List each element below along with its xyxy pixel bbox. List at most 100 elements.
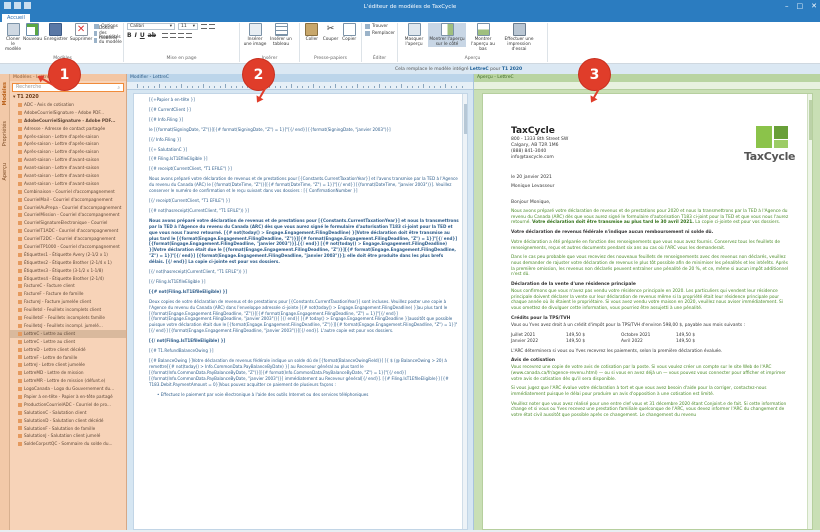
quick-access-toolbar[interactable] <box>4 2 31 9</box>
cut-button[interactable]: ✂ Couper <box>321 23 341 42</box>
vtab-proprietes[interactable]: Propriétés <box>2 121 8 146</box>
editor-line[interactable]: Nous avons préparé votre déclaration de … <box>149 176 459 194</box>
editor-line[interactable]: [{# BalanceOwing }]Votre déclaration de … <box>149 358 459 388</box>
template-list-item[interactable]: FactureJ - Facture jumelée client <box>10 298 126 306</box>
editor-ruler[interactable] <box>127 82 473 90</box>
editor-scrollbar-thumb[interactable] <box>464 104 467 134</box>
new-template-button[interactable]: Nouveau <box>23 23 42 42</box>
undo-icon[interactable] <box>14 2 21 9</box>
editor-line[interactable]: [{/ Info.Filing }] <box>149 137 459 143</box>
editor-line[interactable]: [{# Filing.IsT1EfileEligible }] <box>149 156 459 162</box>
editor-line[interactable]: [{/ not(hasreceipt(CurrentClient, "T1 EF… <box>149 269 459 275</box>
template-code-editor[interactable]: [{+Papier à en-tête }] [{# CurrentClient … <box>133 93 468 530</box>
justify-icon[interactable] <box>186 33 193 38</box>
numbered-list-icon[interactable] <box>209 24 215 29</box>
template-list-item[interactable]: LettreF - Lettre de famille <box>10 354 126 362</box>
italic-icon[interactable]: I <box>135 32 137 39</box>
template-list-item[interactable]: ADC - Avis de cotisation <box>10 101 126 109</box>
preview-bottom-button[interactable]: Montrer l'aperçu au bas <box>467 23 499 52</box>
underline-icon[interactable]: U <box>140 32 145 39</box>
template-list-item[interactable]: Avant-saison - Lettre d'avant-saison <box>10 172 126 180</box>
template-list-item[interactable]: CourrielAuPrepa - Courriel d'accompagnem… <box>10 204 126 212</box>
vtab-modeles[interactable]: Modèles <box>2 82 8 105</box>
test-print-button[interactable]: Effectuer une impression d'essai <box>500 23 538 52</box>
template-properties-button[interactable]: Propriétés du modèle <box>94 35 123 45</box>
template-list-item[interactable]: Après-saison - Lettre d'après-saison <box>10 148 126 156</box>
template-list-item[interactable]: FeuilletsI - Feuillets incomplets client <box>10 306 126 314</box>
template-list-item[interactable]: Étiquettes3 - Étiquette (3-1/2 x 1-1/8) <box>10 267 126 275</box>
template-list-item[interactable]: CourrielSignatureElectronique - Courriel <box>10 219 126 227</box>
editor-line[interactable]: [{+Papier à en-tête }] <box>149 97 459 103</box>
tree-root-t1-2020[interactable]: ▾ T1 2020 <box>10 94 126 101</box>
preview-scrollbar[interactable] <box>807 94 812 529</box>
copy-button[interactable]: Copier <box>340 23 358 42</box>
paste-button[interactable]: Coller <box>303 23 321 42</box>
editor-line[interactable]: [{# Info.Filing }] <box>149 117 459 123</box>
editor-line[interactable]: • Effectuez le paiement par voie électro… <box>149 392 459 398</box>
find-button[interactable]: Trouver <box>365 23 395 29</box>
template-list-item[interactable]: AdobeCourrielSignature - Adobe PDF... <box>10 109 126 117</box>
template-list-item[interactable]: FeuilletsJ - Feuillets incompl. jumelé..… <box>10 322 126 330</box>
template-list-item[interactable]: SalutationD - Salutation client décédé <box>10 417 126 425</box>
template-list-item[interactable]: Étiquettes2 - Étiquette Brother (2-1/4 x… <box>10 259 126 267</box>
vtab-apercu[interactable]: Aperçu <box>2 163 8 181</box>
insert-image-button[interactable]: Insérer une image <box>243 23 267 47</box>
template-list-item[interactable]: FactureC - Facture client <box>10 282 126 290</box>
template-list-item[interactable]: SalutationC - Salutation client <box>10 409 126 417</box>
replace-button[interactable]: Remplacer <box>365 30 395 36</box>
preview-side-button[interactable]: Montrer l'aperçu sur le côté <box>428 23 466 47</box>
template-list-item[interactable]: Étiquettes4 - Étiquette Brother (2-1/4) <box>10 275 126 283</box>
template-list-item[interactable]: LettreMR - Lettre de mission (défunt.e) <box>10 377 126 385</box>
align-right-icon[interactable] <box>178 33 185 38</box>
font-size-select[interactable]: 11 ▾ <box>178 23 198 30</box>
editor-line[interactable]: [{+ SalutationC }] <box>149 147 459 153</box>
editor-line[interactable]: [{/ receipt(CurrentClient, "T1 EFILE") }… <box>149 198 459 204</box>
editor-line[interactable]: Nous avons préparé votre déclaration de … <box>149 218 459 265</box>
align-center-icon[interactable] <box>170 33 177 38</box>
strikethrough-icon[interactable]: ab <box>148 32 156 39</box>
editor-line[interactable]: le [{format(SigningDate, "Z")}][{# forma… <box>149 127 459 133</box>
editor-line[interactable]: [{/ Filing.IsT1EfileEligible }] <box>149 279 459 285</box>
template-list-item[interactable]: Étiquettes1 - Étiquette Avery (2-1/2 x 1… <box>10 251 126 259</box>
list-buttons[interactable] <box>201 24 215 30</box>
maximize-icon[interactable]: □ <box>797 1 804 11</box>
align-left-icon[interactable] <box>162 33 169 38</box>
template-list-item[interactable]: SoldeCorpsrtQC - Sommaire du solde du... <box>10 440 126 448</box>
template-list-item[interactable]: LettreC - Lettre au client <box>10 338 126 346</box>
font-family-select[interactable]: Calibri ▾ <box>127 23 175 30</box>
template-list-item[interactable]: Adresse - Adresse de contact partagée <box>10 125 126 133</box>
delete-template-button[interactable]: ✕ Supprimer <box>70 23 92 42</box>
tab-accueil[interactable]: Accueil <box>2 14 30 22</box>
template-list-item[interactable]: AdobeCourrielSignature - Adobe PDF... <box>10 117 126 125</box>
template-list-item[interactable]: Après-saison - Lettre d'après-saison <box>10 140 126 148</box>
save-icon[interactable] <box>4 2 11 9</box>
template-list-item[interactable]: Combinaison - Courriel d'accompagnement <box>10 188 126 196</box>
template-list-item[interactable]: SalutationJ - Salutation client jumelé <box>10 432 126 440</box>
template-list-item[interactable]: Avant-saison - Lettre d'avant-saison <box>10 156 126 164</box>
template-list-item[interactable]: Avant-saison - Lettre d'avant-saison <box>10 180 126 188</box>
template-list-item[interactable]: LogoCanada - Logo du Gouvernement du... <box>10 385 126 393</box>
editor-line[interactable]: Deux copies de votre déclaration de reve… <box>149 299 459 334</box>
preview-scrollbar-thumb[interactable] <box>809 100 812 140</box>
template-list-item[interactable]: Après-saison - Lettre d'après-saison <box>10 133 126 141</box>
template-list-item[interactable]: CourrielT2DC - Courriel d'accompagnement <box>10 235 126 243</box>
template-list-item[interactable]: LettreMD - Lettre de mission <box>10 369 126 377</box>
template-list-item[interactable]: FeuilletsF - Feuillets incomplets famill… <box>10 314 126 322</box>
template-list-item[interactable]: FactureF - Facture de famille <box>10 290 126 298</box>
window-controls[interactable]: – □ ✕ <box>785 1 817 11</box>
template-list-item[interactable]: CourrielTP1000 - Courriel d'accompagneme… <box>10 243 126 251</box>
editor-line[interactable]: [{# not(Filing.IsT1EfileEligible) }] <box>149 289 459 295</box>
template-list-item[interactable]: LettreC - Lettre au client <box>10 329 126 338</box>
redo-icon[interactable] <box>24 2 31 9</box>
template-list-item[interactable]: Papier à en-tête - Papier à en-tête part… <box>10 393 126 401</box>
minimize-icon[interactable]: – <box>785 1 789 11</box>
template-list-item[interactable]: CourrielT1ADC - Courriel d'accompagnemen… <box>10 227 126 235</box>
template-list-item[interactable]: CourrielMail - Courriel d'accompagnement <box>10 196 126 204</box>
clone-template-button[interactable]: Cloner le modèle <box>5 23 21 52</box>
template-list-item[interactable]: ProductionCourrielADC - Courriel de pro.… <box>10 401 126 409</box>
editor-line[interactable]: [{# receipt(CurrentClient, "T1 EFILE") }… <box>149 166 459 172</box>
template-list-item[interactable]: SalutationF - Salutation de famille <box>10 425 126 433</box>
template-list-item[interactable]: LettreJ - Lettre client jumelée <box>10 361 126 369</box>
editor-line[interactable]: [{# CurrentClient }] <box>149 107 459 113</box>
template-list-item[interactable]: LettreD - Lettre client décédé <box>10 346 126 354</box>
